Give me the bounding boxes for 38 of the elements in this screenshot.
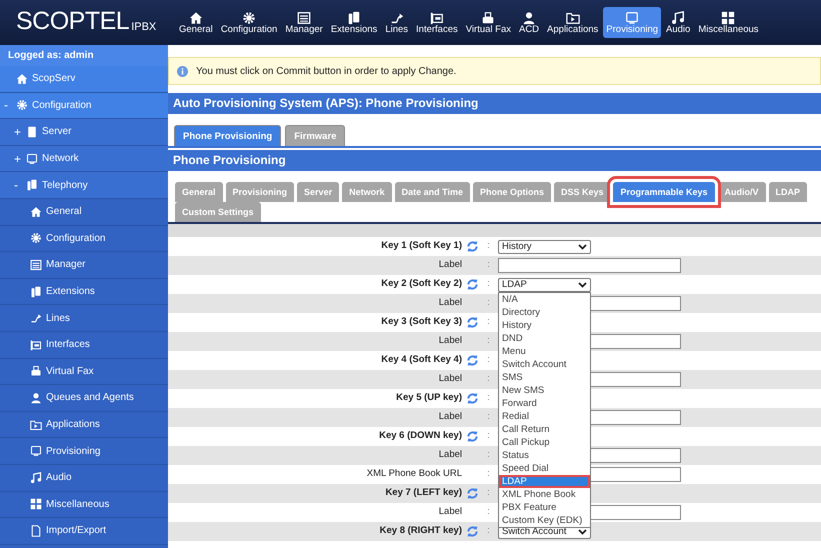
field-label: Key 2 (Soft Key 2) <box>380 277 462 292</box>
field-label: Key 3 (Soft Key 3) <box>380 315 462 330</box>
separator: : <box>486 505 491 520</box>
field-label: Key 5 (UP key) <box>395 391 462 406</box>
separator: : <box>486 239 491 254</box>
field-label: Label <box>438 296 462 310</box>
section-title: Phone Provisioning <box>168 150 821 171</box>
logo-text: SCOPTEL <box>16 9 130 34</box>
separator: : <box>486 410 491 424</box>
field-label: Label <box>438 258 462 272</box>
field-label: Label <box>438 448 462 462</box>
field-label: Key 7 (LEFT key) <box>384 486 462 500</box>
separator: : <box>486 448 491 462</box>
separator: : <box>486 372 491 386</box>
separator: : <box>486 315 491 330</box>
separator: : <box>486 334 491 348</box>
logged-in-label: Logged as: admin <box>0 45 168 66</box>
separator: : <box>486 524 491 538</box>
separator: : <box>486 467 491 482</box>
separator: : <box>486 353 491 368</box>
logo-suffix: IPBX <box>131 20 156 36</box>
notice-text: You must click on Commit button in order to apply Change. <box>196 64 456 78</box>
separator: : <box>486 486 491 500</box>
separator: : <box>486 391 491 406</box>
field-label: Label <box>438 505 462 520</box>
separator: : <box>486 277 491 292</box>
separator: : <box>486 296 491 310</box>
field-label: Label <box>438 410 462 424</box>
field-label: Key 1 (Soft Key 1) <box>380 239 462 254</box>
separator: : <box>486 429 491 444</box>
field-label: Key 6 (DOWN key) <box>378 429 462 444</box>
field-label: Label <box>438 334 462 348</box>
field-label: Key 4 (Soft Key 4) <box>380 353 462 368</box>
field-label: XML Phone Book URL <box>366 467 462 482</box>
field-label: Key 8 (RIGHT key) <box>378 524 462 538</box>
separator: : <box>486 258 491 272</box>
field-label: Label <box>438 372 462 386</box>
page-title: Auto Provisioning System (APS): Phone Provisioning <box>168 93 821 114</box>
